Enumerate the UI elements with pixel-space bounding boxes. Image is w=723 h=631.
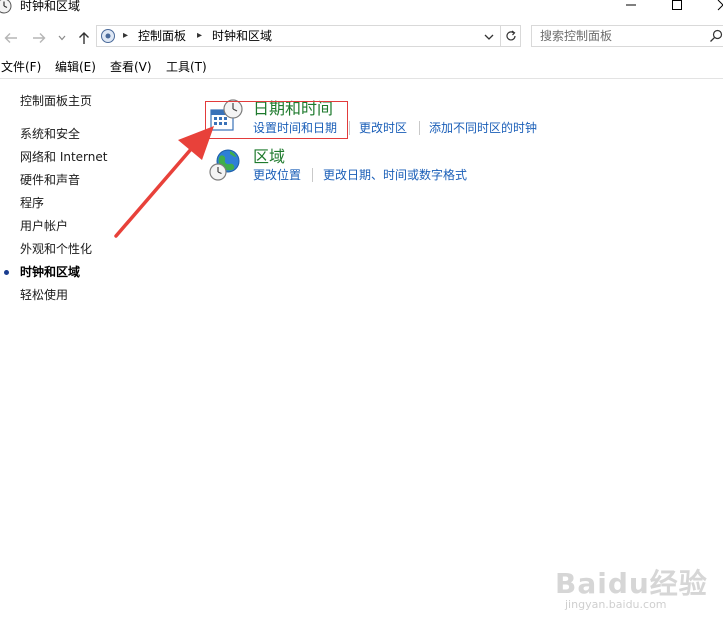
breadcrumb-control-panel[interactable]: 控制面板	[138, 28, 186, 44]
sidebar-item-system-security[interactable]: 系统和安全	[20, 126, 80, 142]
link-separator	[349, 121, 350, 135]
recent-locations-button[interactable]	[55, 28, 69, 48]
sidebar-item-appearance[interactable]: 外观和个性化	[20, 241, 92, 257]
close-icon	[717, 0, 723, 11]
maximize-button[interactable]	[654, 0, 700, 16]
close-button[interactable]	[700, 0, 723, 16]
control-panel-icon	[0, 0, 12, 14]
sidebar-item-hardware-sound[interactable]: 硬件和声音	[20, 172, 80, 188]
menu-view[interactable]: 查看(V)	[110, 59, 152, 75]
annotation-arrow-icon	[114, 126, 214, 238]
baidu-watermark-logo: Baidu经验	[555, 562, 708, 602]
sidebar-item-network-internet[interactable]: 网络和 Internet	[20, 149, 107, 165]
refresh-button[interactable]	[501, 25, 521, 47]
menu-bar: 文件(F) 编辑(E) 查看(V) 工具(T)	[0, 58, 723, 79]
back-button[interactable]	[0, 28, 22, 48]
control-panel-icon	[101, 29, 115, 43]
sidebar-item-user-accounts[interactable]: 用户帐户	[20, 218, 68, 234]
highlight-box	[205, 101, 348, 139]
menu-file[interactable]: 文件(F)	[1, 59, 41, 75]
title-bar: 时钟和区域	[0, 0, 723, 20]
link-change-location[interactable]: 更改位置	[253, 167, 301, 183]
sidebar-item-ease-of-access[interactable]: 轻松使用	[20, 287, 68, 303]
chevron-right-icon: ▸	[197, 30, 203, 41]
minimize-button[interactable]	[608, 0, 654, 16]
window-title: 时钟和区域	[20, 0, 81, 13]
watermark-logo-text: Baidu经验	[555, 567, 708, 600]
menu-edit[interactable]: 编辑(E)	[55, 59, 96, 75]
arrow-right-icon	[33, 33, 46, 43]
arrow-left-icon	[4, 33, 17, 43]
refresh-icon	[505, 30, 516, 41]
link-add-clocks[interactable]: 添加不同时区的时钟	[429, 120, 537, 136]
chevron-right-icon: ▸	[123, 30, 129, 41]
search-box	[531, 25, 723, 47]
menu-tools[interactable]: 工具(T)	[166, 59, 207, 75]
watermark-url: jingyan.baidu.com	[565, 598, 667, 611]
maximize-icon	[672, 0, 682, 10]
link-change-format[interactable]: 更改日期、时间或数字格式	[323, 167, 467, 183]
chevron-down-icon	[58, 35, 66, 41]
link-change-time-zone[interactable]: 更改时区	[359, 120, 407, 136]
search-input[interactable]	[532, 26, 710, 46]
minimize-icon	[626, 4, 636, 6]
sidebar-item-clock-region[interactable]: 时钟和区域	[20, 264, 80, 280]
sidebar-item-programs[interactable]: 程序	[20, 195, 44, 211]
current-item-bullet	[4, 270, 9, 275]
sidebar-control-panel-home[interactable]: 控制面板主页	[20, 93, 92, 109]
arrow-up-icon	[79, 32, 89, 44]
search-icon[interactable]	[709, 29, 723, 43]
up-button[interactable]	[73, 28, 95, 48]
link-separator	[419, 121, 420, 135]
address-bar[interactable]: ▸ 控制面板 ▸ 时钟和区域	[96, 25, 501, 47]
link-separator	[312, 168, 313, 182]
breadcrumb-clock-region[interactable]: 时钟和区域	[212, 28, 272, 44]
category-region-title[interactable]: 区域	[253, 147, 285, 167]
chevron-down-icon[interactable]	[482, 30, 496, 44]
forward-button[interactable]	[28, 28, 50, 48]
